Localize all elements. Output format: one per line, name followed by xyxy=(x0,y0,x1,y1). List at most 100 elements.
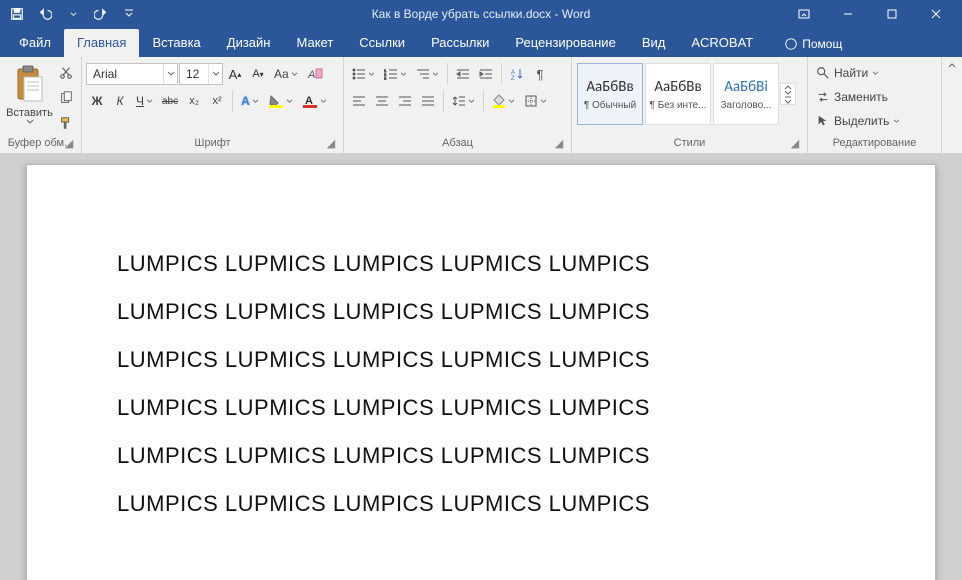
font-size-combo[interactable]: 12 xyxy=(179,63,223,85)
shading-button[interactable] xyxy=(488,89,519,113)
format-painter-button[interactable] xyxy=(55,111,77,135)
layout-tab[interactable]: Макет xyxy=(283,29,346,57)
borders-button[interactable] xyxy=(520,89,551,113)
minimize-button[interactable] xyxy=(826,0,870,28)
font-color-button[interactable]: A xyxy=(298,89,331,113)
highlight-button[interactable] xyxy=(264,89,297,113)
subscript-button[interactable]: x₂ xyxy=(183,89,205,113)
document-line[interactable]: LUMPICS LUPMICS LUMPICS LUPMICS LUMPICS xyxy=(117,251,845,277)
editing-group: Найти Заменить Выделить Редактирование xyxy=(808,57,942,153)
redo-button[interactable] xyxy=(88,1,114,27)
strikethrough-button[interactable]: abc xyxy=(158,89,182,113)
replace-button[interactable]: Заменить xyxy=(812,86,892,108)
italic-button[interactable]: К xyxy=(109,89,131,113)
find-button[interactable]: Найти xyxy=(812,62,883,84)
style-name: Заголово... xyxy=(715,100,777,111)
clipboard-icon xyxy=(12,65,48,105)
clipboard-group-label: Буфер обм... ◢ xyxy=(4,135,77,153)
undo-dropdown[interactable] xyxy=(60,1,86,27)
underline-button[interactable]: Ч xyxy=(132,89,157,113)
save-button[interactable] xyxy=(4,1,30,27)
font-launcher-icon[interactable]: ◢ xyxy=(325,137,337,149)
styles-launcher-icon[interactable]: ◢ xyxy=(789,137,801,149)
editing-group-label: Редактирование xyxy=(812,135,937,153)
cut-button[interactable] xyxy=(55,61,77,85)
font-size-value: 12 xyxy=(180,67,208,81)
review-tab[interactable]: Рецензирование xyxy=(502,29,628,57)
tell-me-label: Помощ xyxy=(802,37,842,51)
tell-me-button[interactable]: Помощ xyxy=(772,31,854,57)
paragraph-group-label: Абзац ◢ xyxy=(348,135,567,153)
superscript-button[interactable]: x² xyxy=(206,89,228,113)
document-area[interactable]: LUMPICS LUPMICS LUMPICS LUPMICS LUMPICS L… xyxy=(0,154,962,580)
mailings-tab[interactable]: Рассылки xyxy=(418,29,502,57)
svg-text:3: 3 xyxy=(384,76,387,80)
chevron-down-icon xyxy=(208,64,222,84)
shrink-font-button[interactable]: A▾ xyxy=(247,62,269,86)
increase-indent-button[interactable] xyxy=(475,62,497,86)
acrobat-tab[interactable]: ACROBAT xyxy=(678,29,766,57)
title-bar: Как в Ворде убрать ссылки.docx - Word xyxy=(0,0,962,28)
document-line[interactable]: LUMPICS LUPMICS LUMPICS LUPMICS LUMPICS xyxy=(117,443,845,469)
multilevel-list-button[interactable] xyxy=(412,62,443,86)
replace-label: Заменить xyxy=(834,90,888,104)
style-preview: АаБбВі xyxy=(724,78,768,96)
styles-expand[interactable] xyxy=(781,96,795,104)
design-tab[interactable]: Дизайн xyxy=(214,29,284,57)
paste-button[interactable]: Вставить xyxy=(4,59,55,131)
chevron-down-icon xyxy=(163,64,177,84)
styles-group-label: Стили ◢ xyxy=(576,135,803,153)
text-effects-button[interactable]: A xyxy=(237,89,263,113)
clear-formatting-button[interactable]: A xyxy=(303,62,327,86)
ribbon-display-options[interactable] xyxy=(782,0,826,28)
file-tab[interactable]: Файл xyxy=(6,29,64,57)
collapse-ribbon-button[interactable] xyxy=(942,57,962,153)
document-line[interactable]: LUMPICS LUPMICS LUMPICS LUPMICS LUMPICS xyxy=(117,299,845,325)
style-name: ¶ Без инте... xyxy=(647,100,709,111)
font-name-combo[interactable]: Arial xyxy=(86,63,178,85)
numbering-button[interactable]: 123 xyxy=(380,62,411,86)
font-name-value: Arial xyxy=(87,67,163,81)
document-line[interactable]: LUMPICS LUPMICS LUMPICS LUPMICS LUMPICS xyxy=(117,395,845,421)
bullets-button[interactable] xyxy=(348,62,379,86)
references-tab[interactable]: Ссылки xyxy=(346,29,418,57)
undo-button[interactable] xyxy=(32,1,58,27)
styles-scrollbar xyxy=(780,83,796,105)
paragraph-group: 123 AZ ¶ Абзац xyxy=(344,57,572,153)
justify-button[interactable] xyxy=(417,89,439,113)
grow-font-button[interactable]: A▴ xyxy=(224,62,246,86)
page[interactable]: LUMPICS LUPMICS LUMPICS LUPMICS LUMPICS L… xyxy=(26,164,936,580)
styles-group: АаБбВв ¶ Обычный АаБбВв ¶ Без инте... Аа… xyxy=(572,57,808,153)
ribbon: Вставить Буфер обм... ◢ Arial 12 xyxy=(0,57,962,154)
clipboard-launcher-icon[interactable]: ◢ xyxy=(63,137,75,149)
font-group-label: Шрифт ◢ xyxy=(86,135,339,153)
paragraph-launcher-icon[interactable]: ◢ xyxy=(553,137,565,149)
show-marks-button[interactable]: ¶ xyxy=(529,62,551,86)
style-no-spacing[interactable]: АаБбВв ¶ Без инте... xyxy=(645,63,711,125)
maximize-button[interactable] xyxy=(870,0,914,28)
style-normal[interactable]: АаБбВв ¶ Обычный xyxy=(577,63,643,125)
line-spacing-button[interactable] xyxy=(448,89,479,113)
quick-access-toolbar xyxy=(4,1,142,27)
copy-button[interactable] xyxy=(55,86,77,110)
select-label: Выделить xyxy=(834,114,889,128)
align-center-button[interactable] xyxy=(371,89,393,113)
align-left-button[interactable] xyxy=(348,89,370,113)
window-controls xyxy=(782,0,958,28)
document-line[interactable]: LUMPICS LUPMICS LUMPICS LUPMICS LUMPICS xyxy=(117,491,845,517)
qat-customize-button[interactable] xyxy=(116,1,142,27)
close-button[interactable] xyxy=(914,0,958,28)
align-right-button[interactable] xyxy=(394,89,416,113)
change-case-button[interactable]: Aa xyxy=(270,62,302,86)
bold-button[interactable]: Ж xyxy=(86,89,108,113)
style-name: ¶ Обычный xyxy=(579,100,641,111)
view-tab[interactable]: Вид xyxy=(629,29,679,57)
sort-button[interactable]: AZ xyxy=(506,62,528,86)
home-tab[interactable]: Главная xyxy=(64,29,139,57)
document-line[interactable]: LUMPICS LUPMICS LUMPICS LUPMICS LUMPICS xyxy=(117,347,845,373)
insert-tab[interactable]: Вставка xyxy=(139,29,213,57)
style-preview: АаБбВв xyxy=(586,78,633,96)
select-button[interactable]: Выделить xyxy=(812,110,904,132)
style-heading1[interactable]: АаБбВі Заголово... xyxy=(713,63,779,125)
decrease-indent-button[interactable] xyxy=(452,62,474,86)
